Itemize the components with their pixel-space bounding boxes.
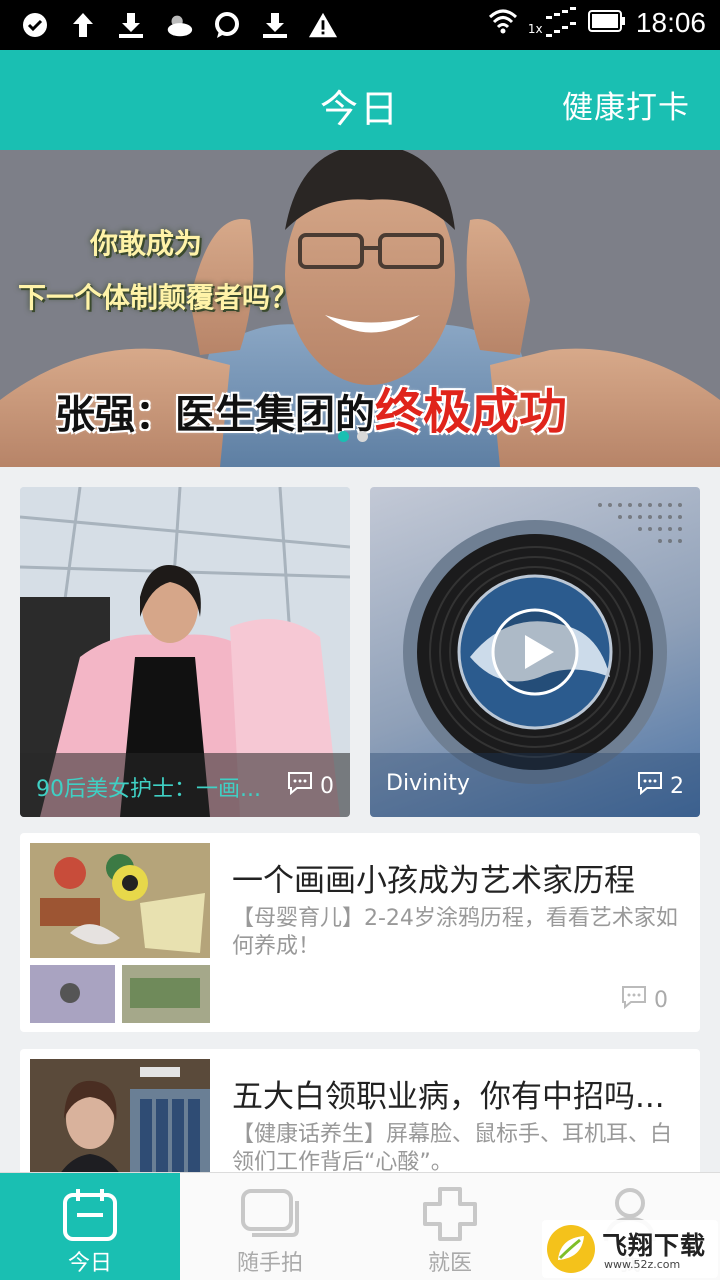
banner-headline: 张强：医生集团的终极成功	[55, 372, 567, 442]
health-checkin-button[interactable]: 健康打卡	[562, 82, 690, 127]
article-thumbnail	[30, 1059, 210, 1189]
watermark-text: 飞翔下载	[602, 1231, 707, 1260]
watermark-url: www.52z.com	[604, 1258, 681, 1271]
music-card-divinity[interactable]: Divinity 2	[370, 487, 700, 817]
app-header: 今日 健康打卡	[0, 50, 720, 150]
wifi-icon	[488, 8, 518, 38]
nav-label: 随手拍	[236, 1251, 303, 1276]
article-description: 【母婴育儿】2-24岁涂鸦历程，看看艺术家如何养成！	[232, 906, 678, 959]
clock: 18:06	[635, 7, 706, 38]
banner-question-line1: 你敢成为	[90, 227, 203, 260]
card-title: 90后美女护士：一画...	[36, 777, 261, 802]
card-comment-count[interactable]: 2	[636, 771, 684, 801]
banner-question-line2: 下一个体制颠覆者吗？	[18, 281, 299, 314]
video-card-nurse[interactable]: 90后美女护士：一画... 0	[20, 487, 350, 817]
article-title: 五大白领职业病，你有中招吗...	[232, 1079, 665, 1115]
list-item[interactable]: 五大白领职业病，你有中招吗... 【健康话养生】屏幕脸、鼠标手、耳机耳、白领们工…	[20, 1049, 700, 1189]
signal-icon: 1x	[528, 6, 578, 40]
nav-tab-today[interactable]: 今日	[0, 1173, 180, 1280]
list-item[interactable]: 一个画画小孩成为艺术家历程 【母婴育儿】2-24岁涂鸦历程，看看艺术家如何养成！…	[20, 833, 700, 1032]
medical-cross-icon	[420, 1185, 480, 1243]
card-title: Divinity	[386, 771, 470, 796]
watermark: 飞翔下载 www.52z.com	[542, 1220, 718, 1278]
comment-icon	[286, 771, 314, 801]
article-thumbnail	[30, 843, 210, 1023]
nav-tab-snapshot[interactable]: 随手拍	[180, 1173, 360, 1280]
card-caption-bar: Divinity 2	[370, 753, 700, 817]
warning-icon	[308, 8, 338, 42]
download-icon	[116, 8, 146, 42]
calendar-icon	[60, 1185, 120, 1243]
comment-count: 0	[654, 987, 668, 1013]
comment-icon	[636, 771, 664, 801]
banner-headline-highlight: 终极成功	[375, 384, 568, 440]
battery-icon	[587, 10, 626, 36]
chat-icon	[212, 8, 242, 42]
card-comment-count[interactable]: 0	[286, 771, 334, 801]
nav-label: 今日	[67, 1251, 112, 1276]
banner-headline-prefix: 张强：医生集团的	[55, 392, 375, 438]
leaf-logo-icon	[547, 1225, 595, 1273]
article-comment-count[interactable]: 0	[620, 985, 668, 1015]
pager-dot[interactable]	[357, 431, 368, 442]
article-description: 【健康话养生】屏幕脸、鼠标手、耳机耳、白领们工作背后“心酸”。	[232, 1122, 673, 1175]
nav-tab-medical[interactable]: 就医	[360, 1173, 540, 1280]
pager-dot-active[interactable]	[338, 431, 349, 442]
featured-banner[interactable]: 你敢成为 下一个体制颠覆者吗？ 张强：医生集团的终极成功	[0, 150, 720, 467]
play-icon[interactable]	[490, 607, 580, 697]
article-title: 一个画画小孩成为艺术家历程	[232, 863, 635, 899]
comment-count: 0	[320, 773, 334, 799]
nav-label: 就医	[427, 1251, 472, 1276]
comment-icon	[620, 985, 648, 1015]
banner-pager	[338, 431, 368, 442]
status-bar: 1x 18:06	[0, 0, 720, 50]
photo-stack-icon	[240, 1185, 300, 1243]
weather-icon	[164, 8, 194, 42]
comment-count: 2	[670, 773, 684, 799]
check-icon	[20, 8, 50, 42]
upload-icon	[68, 8, 98, 42]
card-caption-bar: 90后美女护士：一画... 0	[20, 753, 350, 817]
download-icon	[260, 8, 290, 42]
